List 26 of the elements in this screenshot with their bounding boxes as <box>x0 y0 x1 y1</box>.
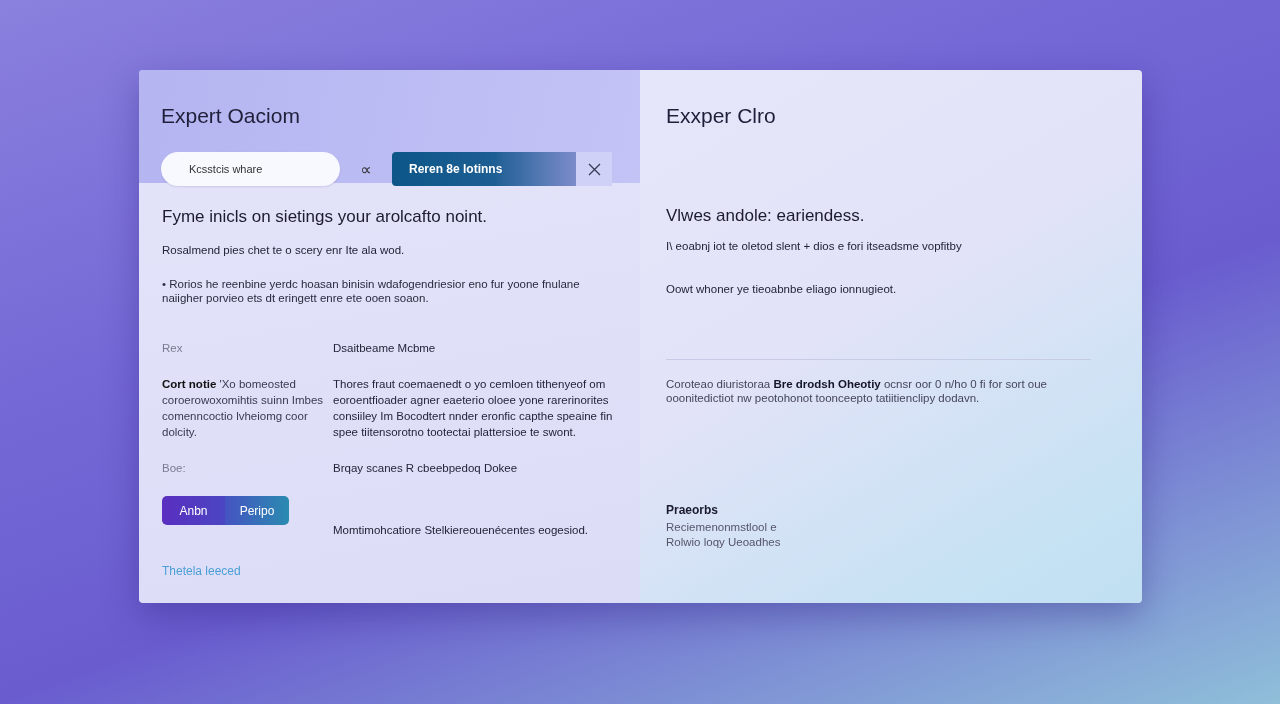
paragraph-text: Coroteao diuristoraa Bre drodsh Oheotiy ocnsr oor 0 n/ho 0 fi for sort oue ooonitedictiot nw peotohonot toonceepto tatiitienclipy dodavn. <box>666 377 1048 405</box>
field-label: Rex <box>162 341 184 356</box>
close-icon <box>587 162 601 176</box>
footer-title: Praeorbs <box>666 503 720 517</box>
field-label: Boe: <box>162 461 187 476</box>
action-button[interactable]: Peripo <box>225 496 289 525</box>
symbol-button[interactable]: ∝ <box>340 154 392 184</box>
subtitle-text: Rosalmend pies chet te o scery enr Ite ala wod. <box>162 243 406 257</box>
search-field[interactable]: Kcsstcis whare <box>161 152 340 186</box>
caption-text: Momtimohcatiore Stelkiereouenécentes eogesiod. <box>333 523 590 537</box>
subtitle-text: I\ eoabnj iot te oletod slent + dios e fori itseadsme vopfitby <box>666 239 963 253</box>
field-value: Thores fraut coemaenedt o yo cemloen tithenyeof om eoroentfioader agner eaeterio oloee yone rarerinorites consiiley Im Bocodtert nnder eronfic capthe speaine fin spee tiitensorotno tootectai plattersioe te swont. <box>333 377 614 440</box>
field-value: Brqay scanes R cbeebpedoq Dokee <box>333 461 519 476</box>
footer-text: Rolwio loqy Ueoadhes <box>666 535 782 550</box>
action-button[interactable]: Anbn <box>162 496 225 525</box>
section-heading: Fyme inicls on sietings your arolcafto noint. <box>162 207 489 227</box>
note-text: Cort notie 'Xo bomeosted coroerowoxomihtis suinn Imbes comenncoctio lvheiomg coor dolcity. <box>162 377 325 440</box>
panel-title: Exxper Clro <box>666 104 777 128</box>
field-value: Dsaitbeame Mcbme <box>333 341 437 356</box>
close-button[interactable] <box>576 152 612 186</box>
primary-button[interactable]: Reren 8e lotinns <box>392 152 576 186</box>
bullet-text: • Rorios he reenbine yerdc hoasan binisin wdafogendriesior eno fur yoone fnulane naiigher porvieo ets dt eringett enre ete ooen soaon. <box>162 277 581 305</box>
body-text: Oowt whoner ye tieoabnbe eliago ionnugieot. <box>666 282 898 296</box>
footer-text: Reciemenonmstlool e <box>666 520 778 535</box>
section-heading: Vlwes andole: eariendess. <box>666 206 866 226</box>
panel-title: Expert Oaciom <box>161 104 301 128</box>
